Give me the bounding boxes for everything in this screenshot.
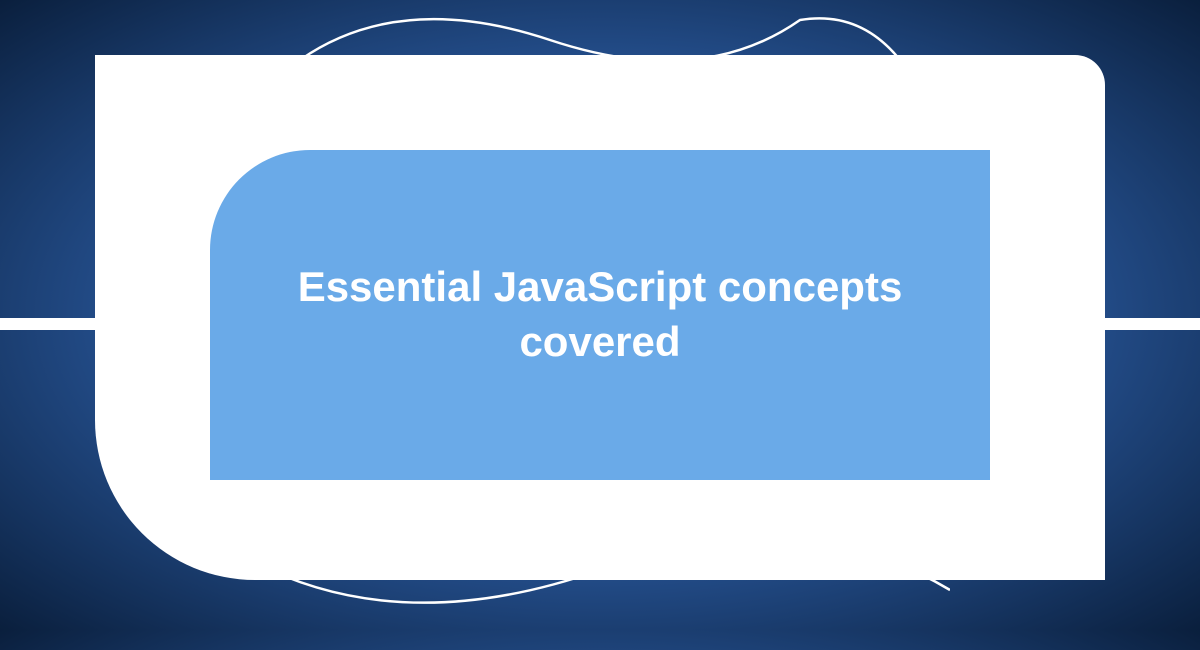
- banner-title: Essential JavaScript concepts covered: [270, 260, 930, 369]
- horizontal-accent-right: [1105, 318, 1200, 330]
- inner-panel: Essential JavaScript concepts covered: [210, 150, 990, 480]
- horizontal-accent-left: [0, 318, 95, 330]
